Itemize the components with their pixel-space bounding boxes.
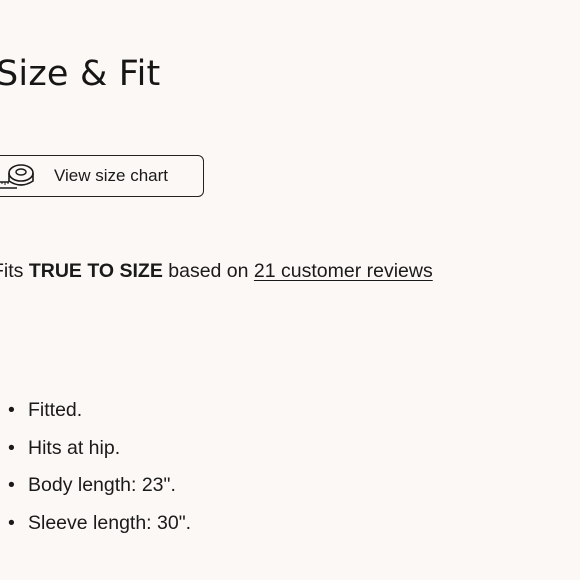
section-title: Size & Fit [0,54,161,94]
fit-rating: TRUE TO SIZE [28,260,163,282]
fit-prefix: Fits [0,260,24,282]
fit-summary: Fits TRUE TO SIZE based on 21 customer r… [0,257,433,285]
list-item: • Body length: 23". [0,467,191,505]
list-item-text: Body length: 23". [28,474,176,496]
list-item: • Fitted. [0,392,191,430]
bullet-icon: • [8,474,15,496]
measuring-tape-icon [0,164,34,189]
list-item: • Hits at hip. [0,430,191,468]
view-size-chart-button[interactable]: View size chart [0,155,204,197]
list-item-text: Hits at hip. [28,436,121,459]
customer-reviews-link[interactable]: 21 customer reviews [254,260,433,282]
bullet-icon: • [8,436,15,459]
list-item-text: Sleeve length: 30". [28,511,192,534]
bullet-icon: • [8,399,15,421]
list-item-text: Fitted. [28,399,83,421]
bullet-icon: • [8,511,15,534]
fit-details-list: • Fitted. • Hits at hip. • Body length: 23"… [0,392,191,542]
list-item: • Sleeve length: 30". [0,505,191,543]
fit-middle: based on [162,260,254,282]
view-size-chart-label: View size chart [54,166,169,185]
